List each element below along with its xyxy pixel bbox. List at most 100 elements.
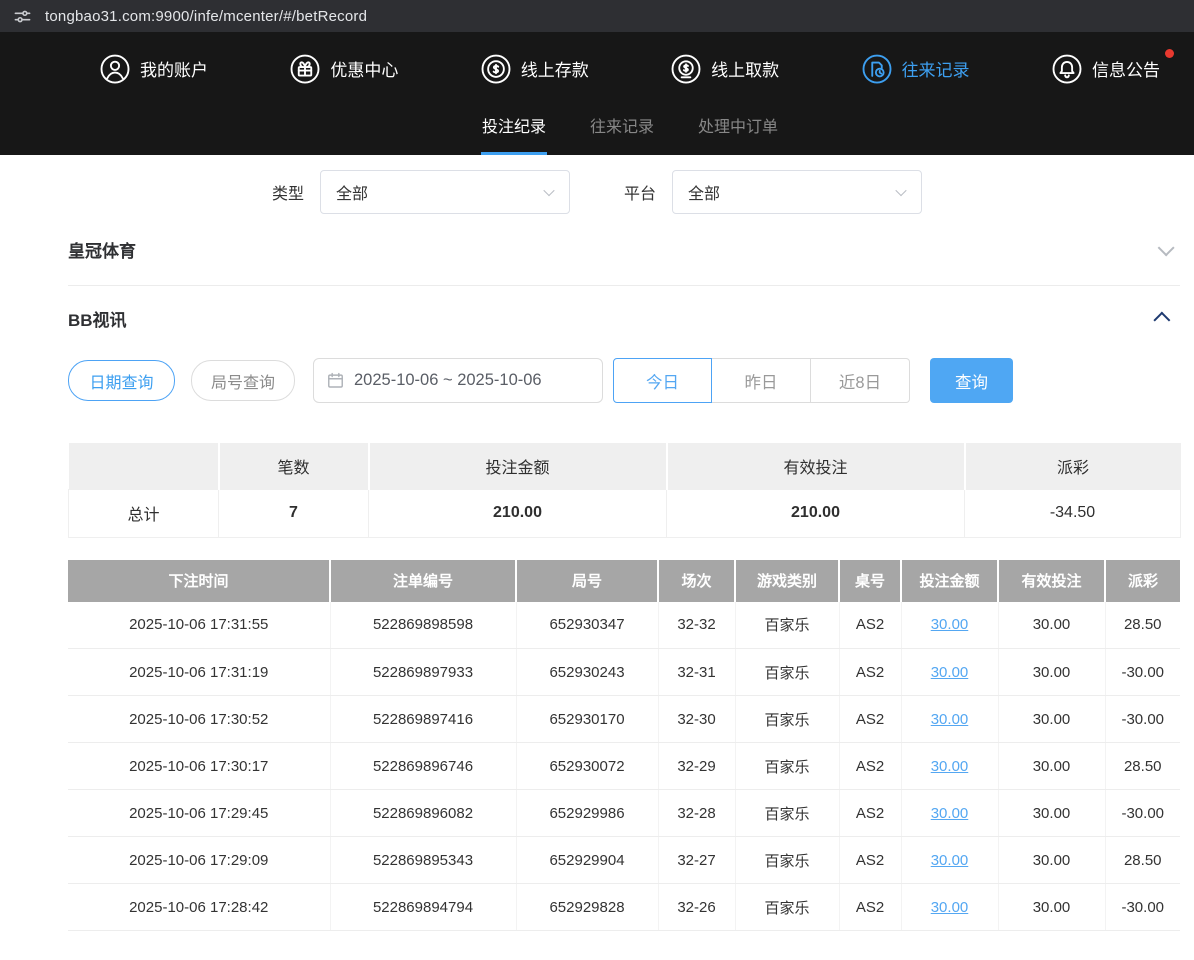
cell: 百家乐 bbox=[735, 696, 839, 743]
nav-label: 往来记录 bbox=[902, 56, 970, 81]
bet-column-header: 投注金额 bbox=[901, 560, 998, 602]
cell: 2025-10-06 17:31:55 bbox=[68, 602, 330, 649]
nav-item-online-deposit[interactable]: 线上存款 bbox=[481, 54, 589, 84]
url-text[interactable]: tongbao31.com:9900/infe/mcenter/#/betRec… bbox=[45, 8, 367, 25]
cell: 32-31 bbox=[658, 649, 735, 696]
nav-item-transaction-records[interactable]: 往来记录 bbox=[862, 54, 970, 84]
cell: 百家乐 bbox=[735, 837, 839, 884]
date-range-input[interactable]: 2025-10-06 ~ 2025-10-06 bbox=[313, 358, 603, 403]
type-filter-label: 类型 bbox=[272, 180, 304, 204]
main-nav: 我的账户 优惠中心 线上存款 bbox=[0, 32, 1194, 105]
last-8-days-button[interactable]: 近8日 bbox=[811, 358, 910, 403]
bet-amount-link[interactable]: 30.00 bbox=[931, 616, 969, 633]
cell: 2025-10-06 17:29:45 bbox=[68, 790, 330, 837]
platform-select[interactable]: 全部 bbox=[672, 170, 922, 214]
table-row: 2025-10-06 17:29:45522869896082652929986… bbox=[68, 790, 1180, 837]
bet-amount-link[interactable]: 30.00 bbox=[931, 899, 969, 916]
records-clock-icon bbox=[862, 54, 892, 84]
bet-amount-link[interactable]: 30.00 bbox=[931, 852, 969, 869]
table-row: 2025-10-06 17:30:17522869896746652930072… bbox=[68, 743, 1180, 790]
cell: -30.00 bbox=[1105, 649, 1180, 696]
bet-amount-link[interactable]: 30.00 bbox=[931, 711, 969, 728]
cell: 28.50 bbox=[1105, 602, 1180, 649]
cell: -30.00 bbox=[1105, 884, 1180, 931]
cell: 28.50 bbox=[1105, 837, 1180, 884]
cell: 2025-10-06 17:30:17 bbox=[68, 743, 330, 790]
summary-total-row: 总计 7 210.00 210.00 -34.50 bbox=[69, 489, 1181, 537]
bet-amount-cell: 30.00 bbox=[901, 837, 998, 884]
cell: 522869894794 bbox=[330, 884, 516, 931]
section-title-bb: BB视讯 bbox=[68, 306, 127, 331]
tab-processing-orders[interactable]: 处理中订单 bbox=[697, 105, 779, 155]
bet-column-header: 下注时间 bbox=[68, 560, 330, 602]
cell: -30.00 bbox=[1105, 790, 1180, 837]
cell: 百家乐 bbox=[735, 602, 839, 649]
nav-item-online-withdraw[interactable]: 线上取款 bbox=[671, 54, 779, 84]
cell: 2025-10-06 17:31:19 bbox=[68, 649, 330, 696]
withdraw-coin-icon bbox=[671, 54, 701, 84]
quick-date-group: 今日 昨日 近8日 bbox=[613, 358, 910, 403]
section-crown-sports[interactable]: 皇冠体育 bbox=[68, 214, 1180, 286]
bet-amount-link[interactable]: 30.00 bbox=[931, 758, 969, 775]
cell: 32-29 bbox=[658, 743, 735, 790]
cell: AS2 bbox=[839, 649, 901, 696]
cell: 652929986 bbox=[516, 790, 658, 837]
round-query-button[interactable]: 局号查询 bbox=[191, 360, 295, 401]
nav-label: 信息公告 bbox=[1092, 56, 1160, 81]
type-select[interactable]: 全部 bbox=[320, 170, 570, 214]
cell: 32-32 bbox=[658, 602, 735, 649]
summary-header-bet-amount: 投注金额 bbox=[369, 443, 667, 489]
bet-amount-cell: 30.00 bbox=[901, 649, 998, 696]
browser-address-bar[interactable]: tongbao31.com:9900/infe/mcenter/#/betRec… bbox=[0, 0, 1194, 32]
nav-label: 优惠中心 bbox=[330, 56, 398, 81]
cell: AS2 bbox=[839, 884, 901, 931]
bet-amount-link[interactable]: 30.00 bbox=[931, 664, 969, 681]
summary-header-empty bbox=[69, 443, 219, 489]
tab-bet-records[interactable]: 投注纪录 bbox=[481, 105, 547, 155]
search-button[interactable]: 查询 bbox=[930, 358, 1013, 403]
cell: 522869896082 bbox=[330, 790, 516, 837]
bet-amount-link[interactable]: 30.00 bbox=[931, 805, 969, 822]
bet-amount-cell: 30.00 bbox=[901, 696, 998, 743]
bet-amount-cell: 30.00 bbox=[901, 790, 998, 837]
cell: AS2 bbox=[839, 602, 901, 649]
filter-row: 类型 全部 平台 全部 bbox=[0, 170, 1194, 214]
chevron-down-icon[interactable] bbox=[1158, 239, 1175, 256]
site-settings-icon[interactable] bbox=[13, 7, 32, 26]
table-row: 2025-10-06 17:28:42522869894794652929828… bbox=[68, 884, 1180, 931]
platform-select-value: 全部 bbox=[688, 180, 720, 204]
bet-column-header: 场次 bbox=[658, 560, 735, 602]
cell: -30.00 bbox=[1105, 696, 1180, 743]
cell: AS2 bbox=[839, 743, 901, 790]
notification-badge bbox=[1165, 49, 1174, 58]
cell: 百家乐 bbox=[735, 884, 839, 931]
summary-total-label: 总计 bbox=[69, 489, 219, 537]
nav-item-announcements[interactable]: 信息公告 bbox=[1052, 54, 1160, 84]
cell: 32-26 bbox=[658, 884, 735, 931]
today-button[interactable]: 今日 bbox=[613, 358, 712, 403]
summary-header-payout: 派彩 bbox=[965, 443, 1181, 489]
cell: 652930072 bbox=[516, 743, 658, 790]
cell: 652929904 bbox=[516, 837, 658, 884]
nav-item-my-account[interactable]: 我的账户 bbox=[100, 54, 208, 84]
query-controls: 日期查询 局号查询 2025-10-06 ~ 2025-10-06 今日 昨日 … bbox=[68, 358, 1180, 403]
section-bb-video[interactable]: BB视讯 bbox=[68, 286, 1180, 350]
cell: AS2 bbox=[839, 696, 901, 743]
nav-label: 线上取款 bbox=[711, 56, 779, 81]
cell: 百家乐 bbox=[735, 649, 839, 696]
bet-column-header: 注单编号 bbox=[330, 560, 516, 602]
cell: 652929828 bbox=[516, 884, 658, 931]
date-range-value: 2025-10-06 ~ 2025-10-06 bbox=[354, 371, 542, 390]
table-row: 2025-10-06 17:29:09522869895343652929904… bbox=[68, 837, 1180, 884]
sub-nav: 投注纪录 往来记录 处理中订单 bbox=[0, 105, 1194, 155]
gift-icon bbox=[290, 54, 320, 84]
tab-transaction-records[interactable]: 往来记录 bbox=[589, 105, 655, 155]
date-query-button[interactable]: 日期查询 bbox=[68, 360, 175, 401]
cell: 30.00 bbox=[998, 649, 1105, 696]
chevron-up-icon[interactable] bbox=[1153, 312, 1170, 329]
summary-valid-bet-value: 210.00 bbox=[667, 489, 965, 537]
table-row: 2025-10-06 17:31:19522869897933652930243… bbox=[68, 649, 1180, 696]
nav-item-promo-center[interactable]: 优惠中心 bbox=[290, 54, 398, 84]
table-row: 2025-10-06 17:30:52522869897416652930170… bbox=[68, 696, 1180, 743]
yesterday-button[interactable]: 昨日 bbox=[712, 358, 811, 403]
